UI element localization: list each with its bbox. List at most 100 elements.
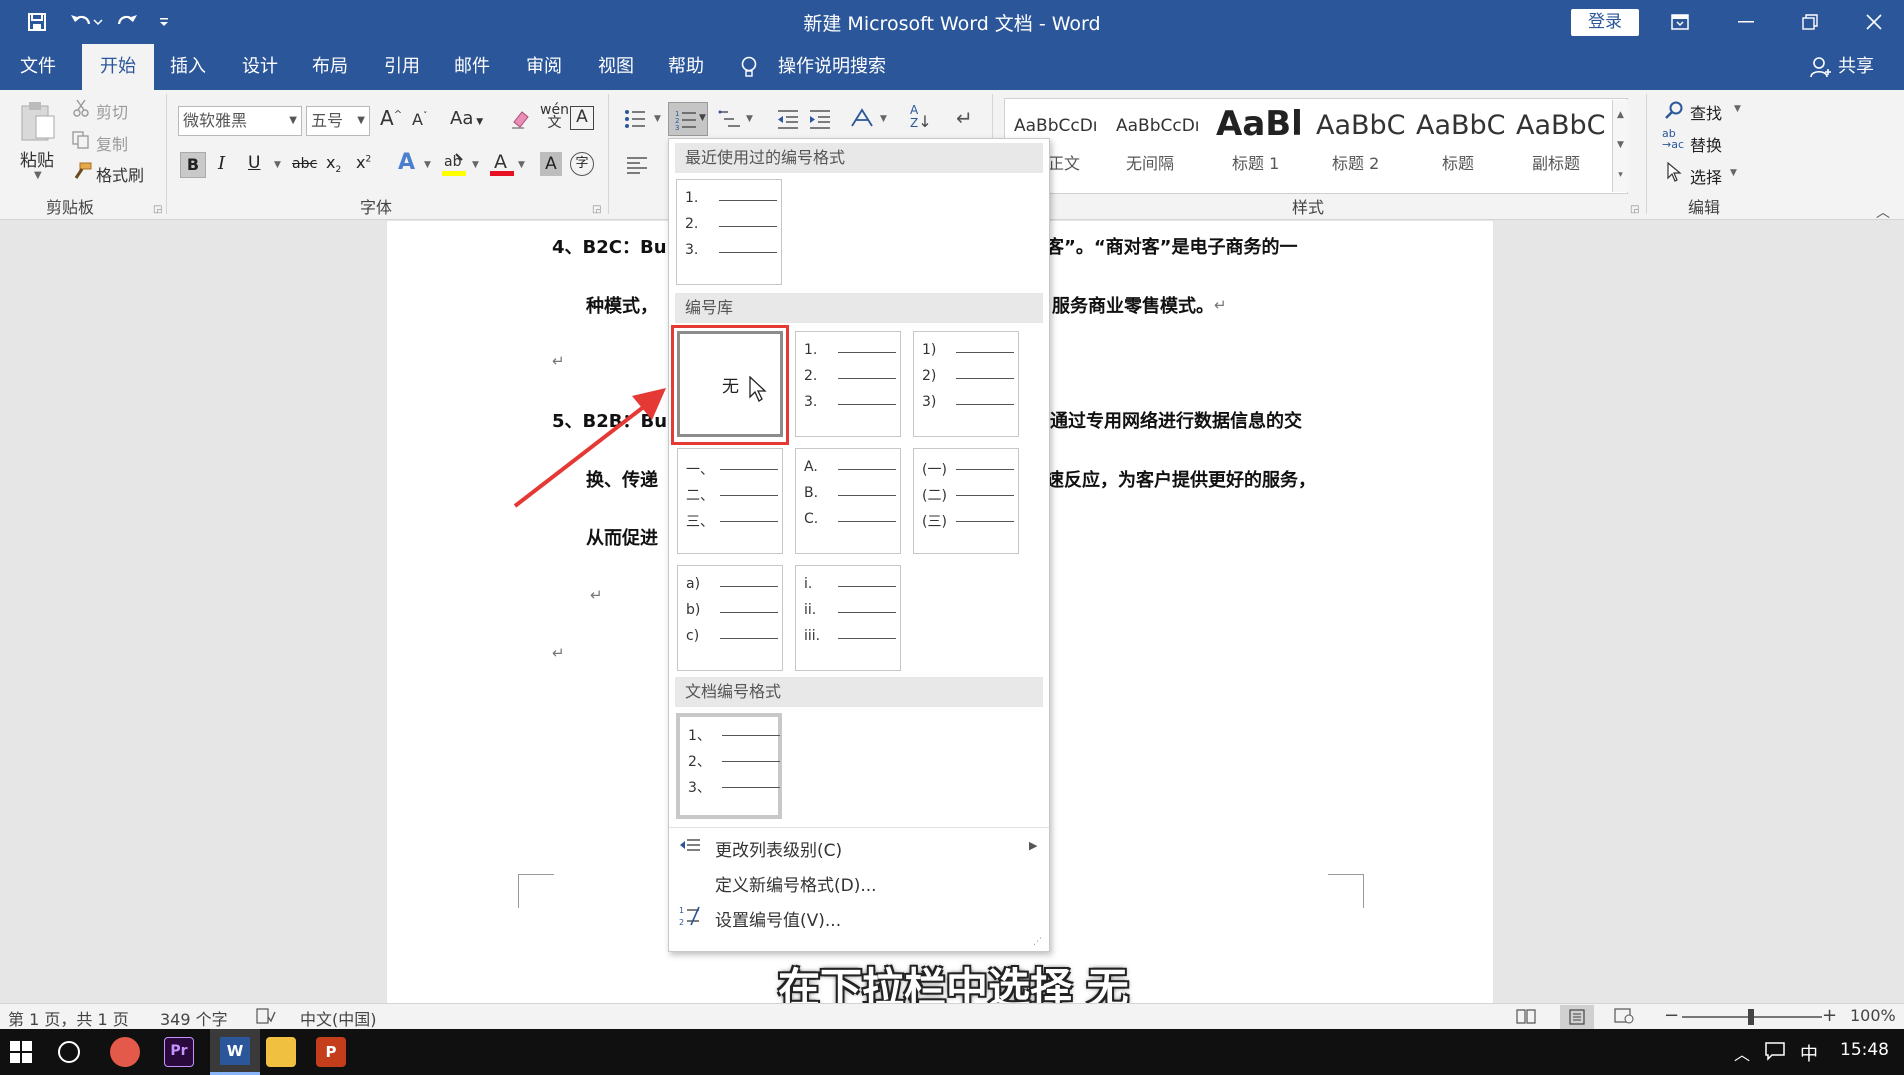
share-icon[interactable]: [1810, 56, 1832, 82]
font-launcher-icon[interactable]: ◲: [592, 204, 601, 215]
tab-help[interactable]: 帮助: [666, 44, 706, 90]
share-button[interactable]: 共享: [1836, 44, 1876, 90]
numbering-format-option[interactable]: A. B. C.: [795, 448, 901, 554]
print-layout-icon[interactable]: [1560, 1005, 1594, 1029]
styles-launcher-icon[interactable]: ◲: [1630, 204, 1639, 215]
paste-button[interactable]: 粘贴: [20, 146, 54, 171]
powerpoint-icon[interactable]: P: [316, 1037, 346, 1067]
shrink-font-icon[interactable]: Aˇ: [412, 110, 427, 129]
copy-icon[interactable]: [72, 131, 90, 153]
font-color-icon[interactable]: A: [490, 150, 514, 182]
format-painter-icon[interactable]: [72, 162, 92, 184]
cut-icon[interactable]: [72, 99, 90, 121]
change-list-level-item[interactable]: 更改列表级别(C): [715, 836, 842, 861]
phonetic-guide-icon[interactable]: wén 文: [540, 103, 569, 130]
file-explorer-icon[interactable]: [266, 1037, 296, 1067]
proofing-icon[interactable]: [256, 1008, 276, 1028]
numbering-format-option[interactable]: i. ii. iii.: [795, 565, 901, 671]
font-name-input[interactable]: 微软雅黑 ▼: [178, 106, 302, 136]
numbering-format-option[interactable]: 1、 2、 3、: [676, 713, 782, 819]
style-heading2-label[interactable]: 标题 2: [1332, 150, 1379, 174]
style-title-preview[interactable]: AaBbC: [1416, 110, 1506, 141]
replace-button[interactable]: 替换: [1690, 132, 1722, 156]
bullets-icon[interactable]: [624, 108, 646, 134]
character-shading-icon[interactable]: A: [540, 152, 562, 176]
windows-start-icon[interactable]: [10, 1041, 32, 1067]
style-title-label[interactable]: 标题: [1442, 150, 1474, 174]
style-normal-preview[interactable]: AaBbCcDı: [1014, 116, 1098, 136]
change-case-button[interactable]: Aa ▼: [450, 108, 483, 129]
subscript-button[interactable]: x2: [326, 153, 341, 175]
resize-grip-icon[interactable]: ⋰: [1033, 937, 1042, 947]
define-new-format-item[interactable]: 定义新编号格式(D)...: [715, 871, 877, 896]
style-heading1-label[interactable]: 标题 1: [1232, 150, 1279, 174]
select-dropdown-icon[interactable]: ▼: [1730, 168, 1737, 178]
bullets-dropdown-icon[interactable]: ▼: [654, 114, 661, 124]
language-indicator[interactable]: 中文(中国): [300, 1006, 377, 1030]
word-count[interactable]: 349 个字: [160, 1006, 228, 1030]
tab-references[interactable]: 引用: [382, 44, 422, 90]
app-icon[interactable]: [110, 1037, 140, 1067]
chevron-up-icon[interactable]: ︿: [1734, 1041, 1750, 1065]
collapse-ribbon-icon[interactable]: ︿: [1876, 202, 1890, 222]
numbering-format-option[interactable]: (一) (二) (三): [913, 448, 1019, 554]
close-icon[interactable]: [1842, 0, 1904, 44]
set-numbering-value-item[interactable]: 设置编号值(V)...: [715, 906, 841, 931]
style-no-spacing-preview[interactable]: AaBbCcDı: [1116, 116, 1200, 136]
zoom-level[interactable]: 100%: [1850, 1006, 1896, 1025]
cortana-icon[interactable]: [58, 1041, 80, 1063]
find-dropdown-icon[interactable]: ▼: [1734, 104, 1741, 114]
select-icon[interactable]: [1666, 161, 1682, 186]
doc-text-line[interactable]: 通过专用网络进行数据信息的交: [1050, 407, 1302, 433]
strikethrough-button[interactable]: abc: [292, 156, 317, 172]
highlight-icon[interactable]: ab: [442, 150, 468, 182]
ribbon-display-options-icon[interactable]: [1648, 0, 1712, 44]
numbering-none-option[interactable]: 无: [677, 331, 783, 437]
clear-formatting-icon[interactable]: [510, 108, 532, 134]
grow-font-icon[interactable]: A^: [380, 106, 402, 130]
doc-text-line[interactable]: 速反应，为客户提供更好的服务，: [1046, 466, 1316, 492]
multilevel-list-icon[interactable]: [718, 108, 742, 134]
styles-scroll[interactable]: ▲ ▼ ▾: [1612, 100, 1628, 192]
align-left-icon[interactable]: [626, 156, 648, 178]
tab-home[interactable]: 开始: [82, 44, 154, 90]
numbering-format-option[interactable]: 1. 2. 3.: [676, 179, 782, 285]
increase-indent-icon[interactable]: [808, 108, 832, 134]
underline-dropdown-icon[interactable]: ▼: [274, 160, 281, 170]
asian-layout-dropdown-icon[interactable]: ▼: [880, 114, 887, 124]
numbering-format-option[interactable]: 1. 2. 3.: [795, 331, 901, 437]
lightbulb-icon[interactable]: [740, 56, 758, 82]
format-painter-button[interactable]: 格式刷: [96, 162, 144, 186]
doc-text-line[interactable]: 种模式，: [586, 292, 658, 318]
notification-icon[interactable]: [1764, 1041, 1786, 1065]
doc-text-line[interactable]: 服务商业零售模式。: [1052, 292, 1214, 318]
style-heading2-preview[interactable]: AaBbC: [1316, 110, 1406, 141]
copy-button[interactable]: 复制: [96, 131, 128, 155]
find-button[interactable]: 查找: [1690, 100, 1722, 124]
bold-button[interactable]: B: [180, 152, 206, 178]
clipboard-launcher-icon[interactable]: ◲: [153, 204, 162, 215]
paste-icon[interactable]: [18, 100, 58, 146]
tab-design[interactable]: 设计: [240, 44, 280, 90]
sign-in-button[interactable]: 登录: [1571, 9, 1639, 36]
read-mode-icon[interactable]: [1516, 1008, 1536, 1028]
cut-button[interactable]: 剪切: [96, 99, 128, 123]
asian-layout-icon[interactable]: [850, 106, 876, 134]
zoom-slider-thumb[interactable]: [1748, 1009, 1754, 1025]
tab-file[interactable]: 文件: [18, 44, 58, 90]
tab-layout[interactable]: 布局: [310, 44, 350, 90]
italic-button[interactable]: I: [218, 153, 225, 174]
word-taskbar-button[interactable]: W: [210, 1029, 260, 1075]
sort-icon[interactable]: A Z↓: [910, 104, 932, 130]
multilevel-dropdown-icon[interactable]: ▼: [746, 114, 753, 124]
replace-icon[interactable]: ab →ac: [1662, 128, 1684, 150]
paste-dropdown-icon[interactable]: ▼: [34, 170, 42, 181]
font-color-dropdown-icon[interactable]: ▼: [518, 160, 525, 170]
restore-icon[interactable]: [1778, 0, 1842, 44]
numbering-format-option[interactable]: a) b) c): [677, 565, 783, 671]
character-border-icon[interactable]: A: [570, 106, 594, 130]
zoom-in-icon[interactable]: +: [1822, 1005, 1837, 1026]
style-subtitle-label[interactable]: 副标题: [1532, 150, 1580, 174]
text-effects-dropdown-icon[interactable]: ▼: [424, 160, 431, 170]
minimize-icon[interactable]: [1714, 0, 1778, 44]
